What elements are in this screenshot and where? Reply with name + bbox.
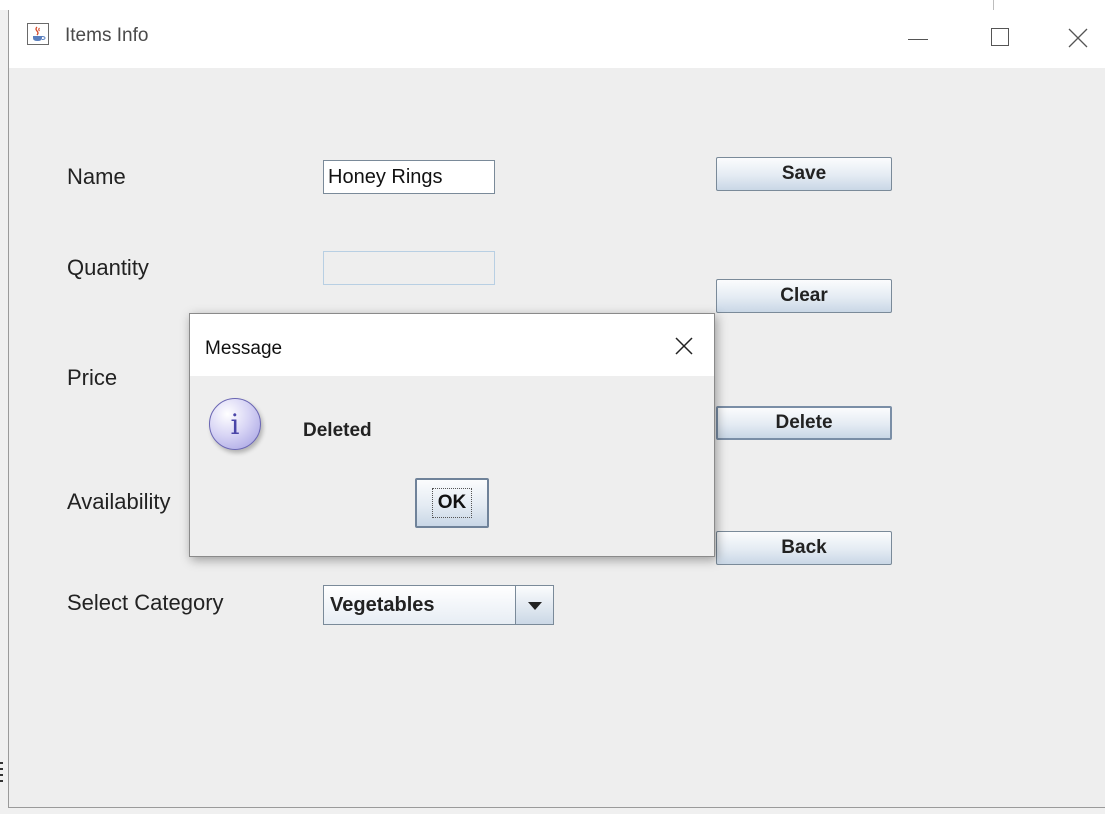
close-icon — [675, 337, 693, 355]
maximize-button[interactable] — [971, 10, 1027, 68]
dialog-close-button[interactable] — [668, 332, 698, 362]
category-combobox[interactable]: Vegetables — [323, 585, 554, 625]
quantity-label: Quantity — [67, 255, 149, 280]
minimize-icon — [908, 39, 928, 40]
dialog-titlebar[interactable]: Message — [190, 314, 714, 376]
close-icon — [1068, 28, 1088, 48]
minimize-button[interactable] — [890, 10, 946, 68]
maximize-icon — [991, 28, 1009, 46]
quantity-field[interactable] — [323, 251, 495, 285]
window-title: Items Info — [65, 25, 149, 46]
background-editor-strip — [0, 0, 1105, 10]
ok-button-label: OK — [431, 488, 473, 518]
dialog-message: Deleted — [303, 420, 372, 441]
back-button[interactable]: Back — [716, 531, 892, 565]
name-label: Name — [67, 164, 126, 189]
ok-button[interactable]: OK — [415, 478, 489, 528]
close-window-button[interactable] — [1049, 10, 1105, 68]
info-icon: i — [209, 398, 261, 450]
price-label: Price — [67, 365, 118, 390]
background-divider — [993, 0, 994, 10]
save-button[interactable]: Save — [716, 157, 892, 191]
clear-button[interactable]: Clear — [716, 279, 892, 313]
category-selected-value: Vegetables — [330, 594, 435, 616]
availability-label: Availability — [67, 489, 171, 514]
category-label: Select Category — [67, 590, 224, 615]
window-titlebar[interactable]: Items Info — [9, 10, 1105, 68]
message-dialog: Message i Deleted OK — [189, 313, 715, 557]
category-dropdown-button[interactable] — [515, 586, 553, 624]
chevron-down-icon — [528, 602, 542, 610]
background-edge-marks — [0, 762, 3, 786]
dialog-title: Message — [205, 338, 283, 359]
delete-button[interactable]: Delete — [716, 406, 892, 440]
java-cup-icon — [27, 23, 49, 45]
name-field[interactable]: Honey Rings — [323, 160, 495, 194]
